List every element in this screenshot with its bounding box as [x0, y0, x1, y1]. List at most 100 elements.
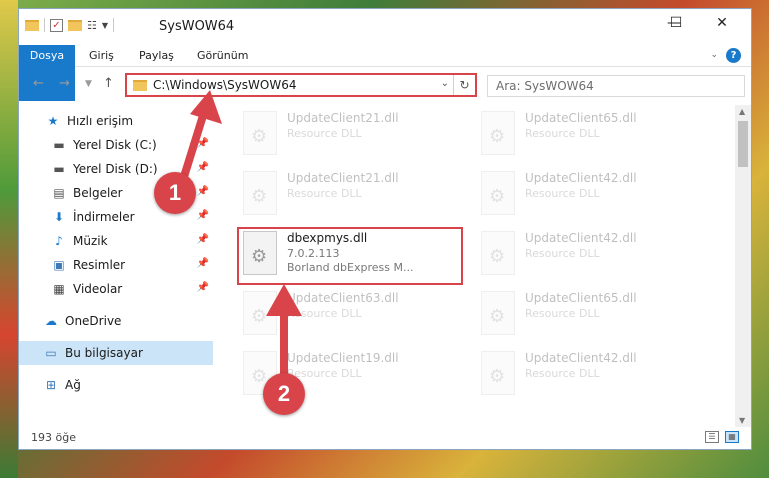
sidebar-item-this-pc[interactable]: ▭ Bu bilgisayar: [19, 341, 213, 365]
sidebar-item-label: Videolar: [73, 282, 123, 296]
computer-icon: ▭: [45, 346, 57, 360]
pin-icon[interactable]: 📌: [197, 282, 209, 293]
file-name: UpdateClient21.dll: [287, 171, 399, 185]
file-item[interactable]: ⚙ UpdateClient42.dll Resource DLL: [477, 227, 707, 283]
properties-icon[interactable]: ☷: [87, 19, 97, 32]
file-name: UpdateClient42.dll: [525, 231, 637, 245]
tab-home[interactable]: Giriş: [89, 45, 114, 67]
sidebar-item-label: Ağ: [65, 378, 81, 392]
dll-file-icon: ⚙: [481, 171, 515, 215]
recent-locations-icon[interactable]: ▼: [85, 79, 92, 89]
music-icon: ♪: [55, 234, 63, 248]
file-explorer-window: ✓ ☷ ▼ SysWOW64 — ☐ ✕ Dosya Giriş Paylaş …: [18, 8, 752, 450]
file-item[interactable]: ⚙ UpdateClient65.dll Resource DLL: [477, 287, 707, 343]
file-name: UpdateClient42.dll: [525, 171, 637, 185]
dll-file-icon: ⚙: [481, 111, 515, 155]
quick-access-toolbar: ✓ ☷ ▼: [25, 18, 115, 32]
dll-file-icon: ⚙: [481, 351, 515, 395]
file-description: Resource DLL: [525, 367, 600, 380]
up-arrow-icon[interactable]: ↑: [103, 76, 114, 91]
video-icon: ▦: [53, 282, 65, 296]
divider: [44, 18, 45, 32]
file-item[interactable]: ⚙ UpdateClient21.dll Resource DLL: [239, 167, 469, 223]
pictures-icon: ▣: [53, 258, 65, 272]
minimize-button-2[interactable]: [607, 9, 653, 39]
sidebar-item-label: OneDrive: [65, 314, 122, 328]
sidebar-item-label: Belgeler: [73, 186, 123, 200]
file-description: Resource DLL: [287, 187, 362, 200]
sidebar-item-label: Yerel Disk (D:): [73, 162, 158, 176]
pin-icon[interactable]: 📌: [197, 258, 209, 269]
ribbon-controls: ⌄ ?: [710, 48, 741, 63]
gear-icon: ⚙: [489, 246, 506, 267]
sidebar-item-network[interactable]: ⊞ Ağ: [19, 373, 213, 397]
sidebar-item-onedrive[interactable]: ☁ OneDrive: [19, 309, 213, 333]
forward-arrow-icon[interactable]: →: [59, 76, 70, 91]
navigation-bar: ← → ▼ ↑ C:\Windows\SysWOW64 ⌄ ↻ Ara: Sys…: [19, 68, 751, 102]
search-box[interactable]: Ara: SysWOW64: [487, 75, 745, 97]
scroll-down-icon[interactable]: ▼: [739, 416, 745, 425]
file-name: UpdateClient65.dll: [525, 111, 637, 125]
customize-toolbar-icon[interactable]: ▼: [102, 21, 108, 30]
file-description: Resource DLL: [525, 247, 600, 260]
gear-icon: ⚙: [489, 306, 506, 327]
folder-icon: [133, 80, 147, 91]
sidebar-item-label: Bu bilgisayar: [65, 346, 143, 360]
pin-icon[interactable]: 📌: [197, 234, 209, 245]
item-count: 193 öğe: [31, 431, 76, 444]
download-icon: ⬇: [53, 210, 65, 224]
gear-icon: ⚙: [489, 366, 506, 387]
tab-share[interactable]: Paylaş: [139, 45, 174, 67]
tiles-view-icon[interactable]: ▦: [725, 431, 739, 443]
refresh-icon[interactable]: ↻: [453, 75, 475, 95]
callout-badge-1: 1: [154, 172, 196, 214]
folder-icon[interactable]: [25, 19, 39, 31]
file-highlight-box: [237, 227, 463, 285]
file-name: UpdateClient42.dll: [525, 351, 637, 365]
file-description: Resource DLL: [287, 127, 362, 140]
gear-icon: ⚙: [251, 186, 268, 207]
file-description: Resource DLL: [525, 187, 600, 200]
scroll-up-icon[interactable]: ▲: [739, 107, 745, 116]
file-name: UpdateClient21.dll: [287, 111, 399, 125]
sidebar-item-music[interactable]: ♪ Müzik 📌: [19, 229, 213, 253]
dll-file-icon: ⚙: [243, 111, 277, 155]
file-item[interactable]: ⚙ UpdateClient42.dll Resource DLL: [477, 167, 707, 223]
dll-file-icon: ⚙: [481, 291, 515, 335]
chevron-down-icon[interactable]: ⌄: [441, 78, 449, 89]
tab-view[interactable]: Görünüm: [197, 45, 248, 67]
details-view-icon[interactable]: ☰: [705, 431, 719, 443]
star-icon: ★: [47, 114, 59, 128]
file-item[interactable]: ⚙ UpdateClient21.dll Resource DLL: [239, 107, 469, 163]
search-input[interactable]: Ara: SysWOW64: [496, 79, 594, 93]
drive-icon: ▬: [53, 138, 65, 152]
vertical-scrollbar[interactable]: ▲ ▼: [735, 105, 751, 427]
scrollbar-thumb[interactable]: [738, 121, 748, 167]
network-icon: ⊞: [45, 378, 57, 392]
ribbon-tabs: Dosya Giriş Paylaş Görünüm ⌄ ?: [19, 45, 751, 101]
new-folder-icon[interactable]: [68, 19, 82, 31]
expand-ribbon-icon[interactable]: ⌄: [710, 48, 718, 63]
properties-check-icon[interactable]: ✓: [50, 18, 63, 32]
sidebar-item-label: Hızlı erişim: [67, 114, 134, 128]
drive-icon: ▬: [53, 162, 65, 176]
dll-file-icon: ⚙: [243, 171, 277, 215]
sidebar-item-videos[interactable]: ▦ Videolar 📌: [19, 277, 213, 301]
status-bar: 193 öğe ☰ ▦: [19, 427, 751, 449]
sidebar-item-pictures[interactable]: ▣ Resimler 📌: [19, 253, 213, 277]
close-button[interactable]: ✕: [699, 9, 745, 39]
help-icon[interactable]: ?: [726, 48, 741, 63]
sidebar-item-label: İndirmeler: [73, 210, 135, 224]
back-arrow-icon[interactable]: ←: [33, 76, 44, 91]
file-description: Resource DLL: [525, 307, 600, 320]
sidebar-item-label: Yerel Disk (C:): [73, 138, 157, 152]
sidebar-item-label: Resimler: [73, 258, 126, 272]
file-item[interactable]: ⚙ UpdateClient65.dll Resource DLL: [477, 107, 707, 163]
file-description: Resource DLL: [525, 127, 600, 140]
maximize-button[interactable]: ☐: [653, 9, 699, 39]
gear-icon: ⚙: [489, 186, 506, 207]
dll-file-icon: ⚙: [481, 231, 515, 275]
callout-badge-2: 2: [263, 373, 305, 415]
file-item[interactable]: ⚙ UpdateClient42.dll Resource DLL: [477, 347, 707, 403]
pin-icon[interactable]: 📌: [197, 210, 209, 221]
